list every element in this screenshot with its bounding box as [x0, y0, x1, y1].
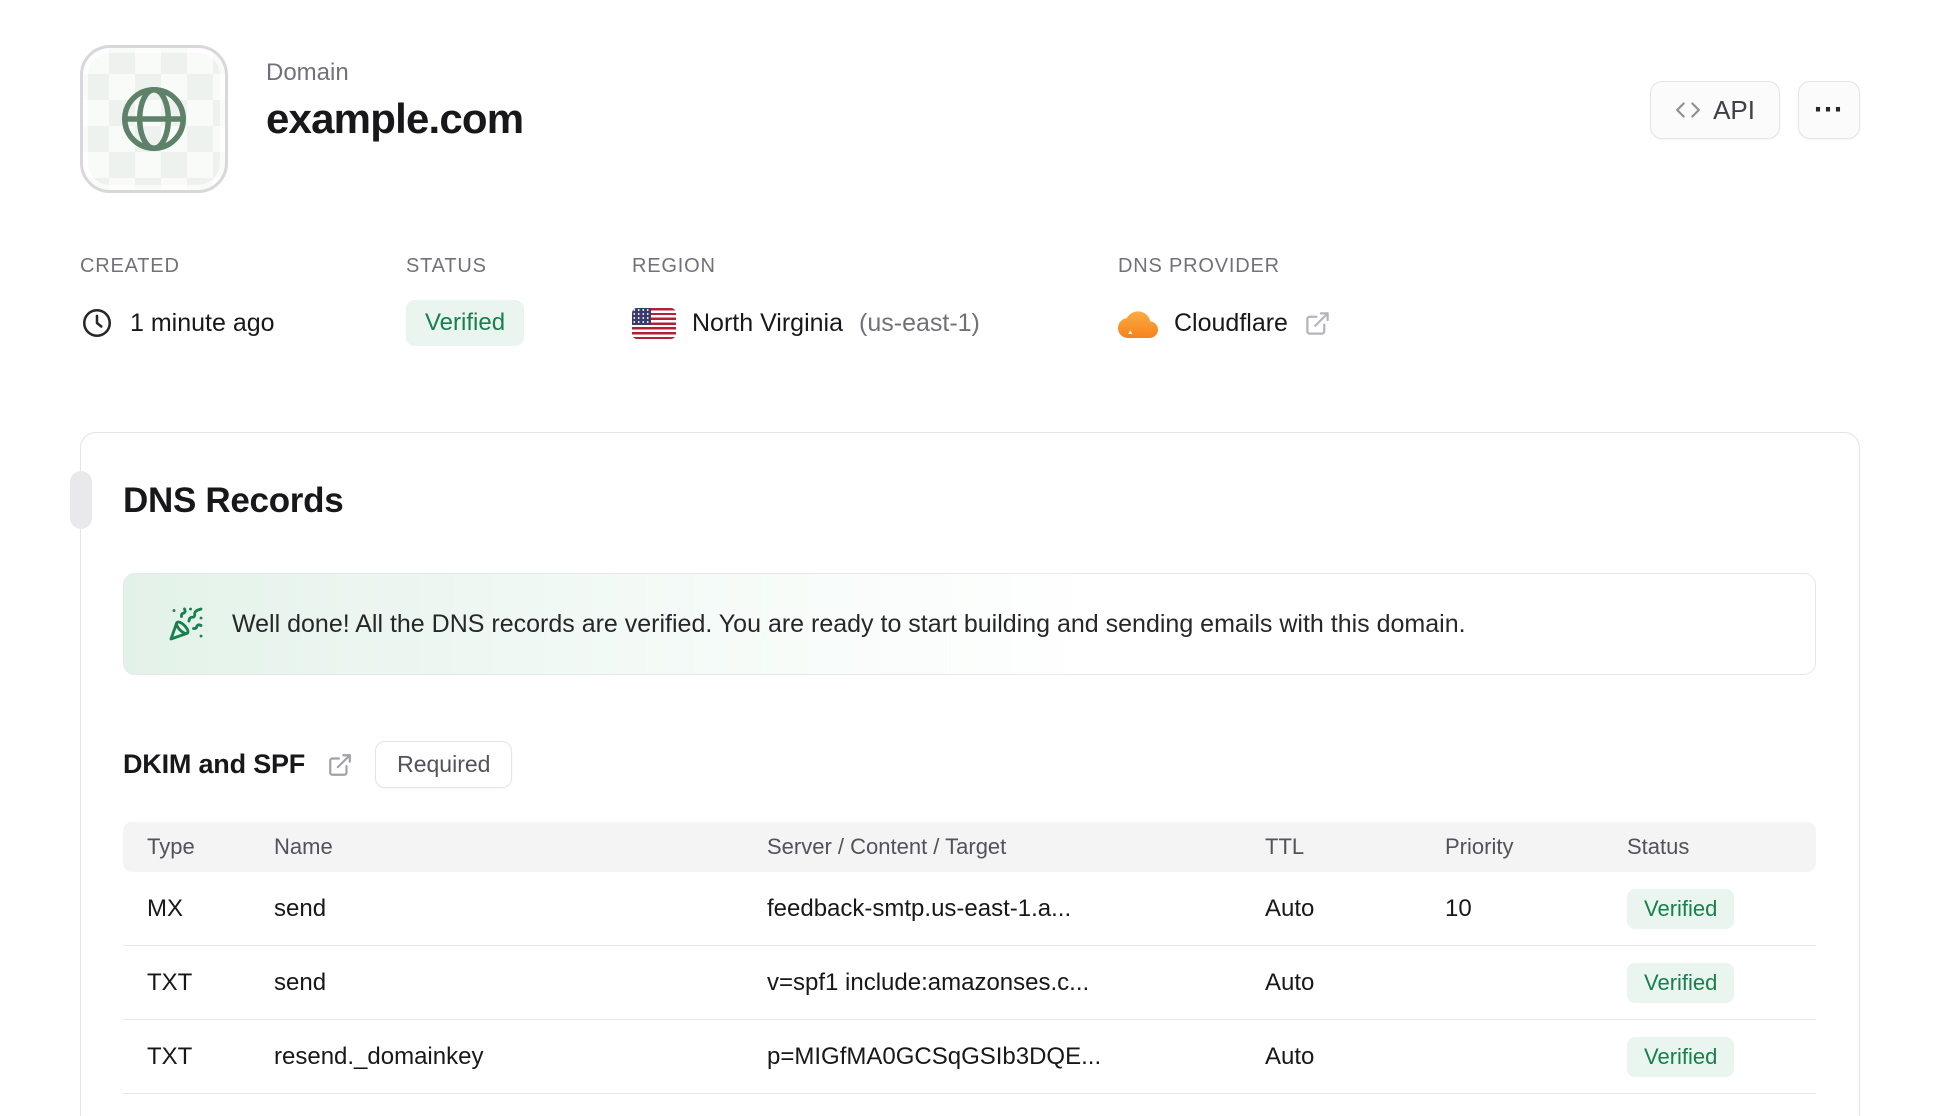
table-header-row: Type Name Server / Content / Target TTL …	[123, 822, 1816, 872]
col-content: Server / Content / Target	[767, 834, 1007, 859]
record-type: TXT	[147, 1042, 193, 1070]
header-actions: API ⋯	[1650, 81, 1860, 139]
domain-page: Domain example.com API ⋯ CREATED 1 minut…	[0, 0, 1944, 1116]
external-link-icon[interactable]	[1304, 310, 1331, 337]
header-titles: Domain example.com	[266, 45, 524, 193]
meta-created: CREATED 1 minute ago	[80, 255, 406, 346]
record-name: resend._domainkey	[274, 1042, 484, 1070]
page-header: Domain example.com API ⋯	[80, 0, 1860, 193]
dns-provider-label: DNS PROVIDER	[1118, 255, 1280, 277]
table-row: TXT send v=spf1 include:amazonses.c... A…	[123, 946, 1816, 1020]
col-name: Name	[274, 834, 333, 859]
record-content[interactable]: p=MIGfMA0GCSqGSIb3DQE...	[767, 1043, 1265, 1071]
cloudflare-cloud-icon	[1118, 308, 1158, 338]
ellipsis-icon: ⋯	[1813, 93, 1845, 126]
record-content[interactable]: feedback-smtp.us-east-1.a...	[767, 895, 1265, 923]
party-popper-icon	[168, 606, 204, 642]
meta-region: REGION North Virginia (us-east-1)	[632, 255, 1118, 346]
dns-records-card: DNS Records Well done! All the DNS recor…	[70, 432, 1860, 1116]
dns-provider-value: Cloudflare	[1174, 308, 1288, 337]
region-label: REGION	[632, 255, 716, 277]
record-type: TXT	[147, 968, 193, 996]
dns-records-table: Type Name Server / Content / Target TTL …	[123, 822, 1816, 1094]
globe-icon	[115, 80, 193, 158]
api-button[interactable]: API	[1650, 81, 1780, 139]
more-options-button[interactable]: ⋯	[1798, 81, 1860, 139]
record-ttl: Auto	[1265, 968, 1315, 996]
meta-status: STATUS Verified	[406, 255, 632, 346]
section-notch	[70, 471, 92, 529]
record-name: send	[274, 894, 327, 922]
region-code: (us-east-1)	[859, 308, 980, 337]
header-identity: Domain example.com	[80, 45, 524, 193]
domain-meta: CREATED 1 minute ago STATUS Verified REG…	[80, 255, 1860, 346]
record-content[interactable]: v=spf1 include:amazonses.c...	[767, 969, 1265, 997]
entity-type-label: Domain	[266, 59, 349, 86]
external-link-icon[interactable]	[327, 752, 353, 778]
api-button-label: API	[1713, 94, 1755, 125]
us-flag-icon	[632, 307, 676, 339]
table-row: TXT resend._domainkey p=MIGfMA0GCSqGSIb3…	[123, 1020, 1816, 1094]
domain-avatar	[80, 45, 228, 193]
success-banner-text: Well done! All the DNS records are verif…	[232, 609, 1466, 638]
record-ttl: Auto	[1265, 1042, 1315, 1070]
col-priority: Priority	[1445, 834, 1514, 859]
required-badge: Required	[375, 741, 513, 788]
record-name: send	[274, 968, 327, 996]
region-value: North Virginia	[692, 308, 844, 337]
record-status-badge: Verified	[1627, 1036, 1735, 1077]
page-title: example.com	[266, 95, 524, 142]
dkim-spf-section-header: DKIM and SPF Required	[123, 741, 1817, 788]
record-ttl: Auto	[1265, 894, 1315, 922]
created-label: CREATED	[80, 255, 180, 277]
meta-dns-provider: DNS PROVIDER Cloudflare	[1118, 255, 1331, 346]
created-value: 1 minute ago	[130, 308, 275, 337]
col-ttl: TTL	[1265, 834, 1305, 859]
success-banner: Well done! All the DNS records are verif…	[123, 573, 1816, 675]
record-status-badge: Verified	[1627, 962, 1735, 1003]
col-status: Status	[1627, 834, 1690, 859]
status-label: STATUS	[406, 255, 487, 277]
code-icon	[1675, 97, 1701, 123]
status-badge: Verified	[406, 300, 525, 346]
record-priority: 10	[1445, 894, 1472, 922]
record-type: MX	[147, 894, 183, 922]
col-type: Type	[147, 834, 195, 859]
dkim-spf-title: DKIM and SPF	[123, 749, 306, 779]
record-status-badge: Verified	[1627, 888, 1735, 929]
table-row: MX send feedback-smtp.us-east-1.a... Aut…	[123, 872, 1816, 946]
clock-icon	[80, 306, 114, 340]
card-title: DNS Records	[123, 481, 344, 520]
